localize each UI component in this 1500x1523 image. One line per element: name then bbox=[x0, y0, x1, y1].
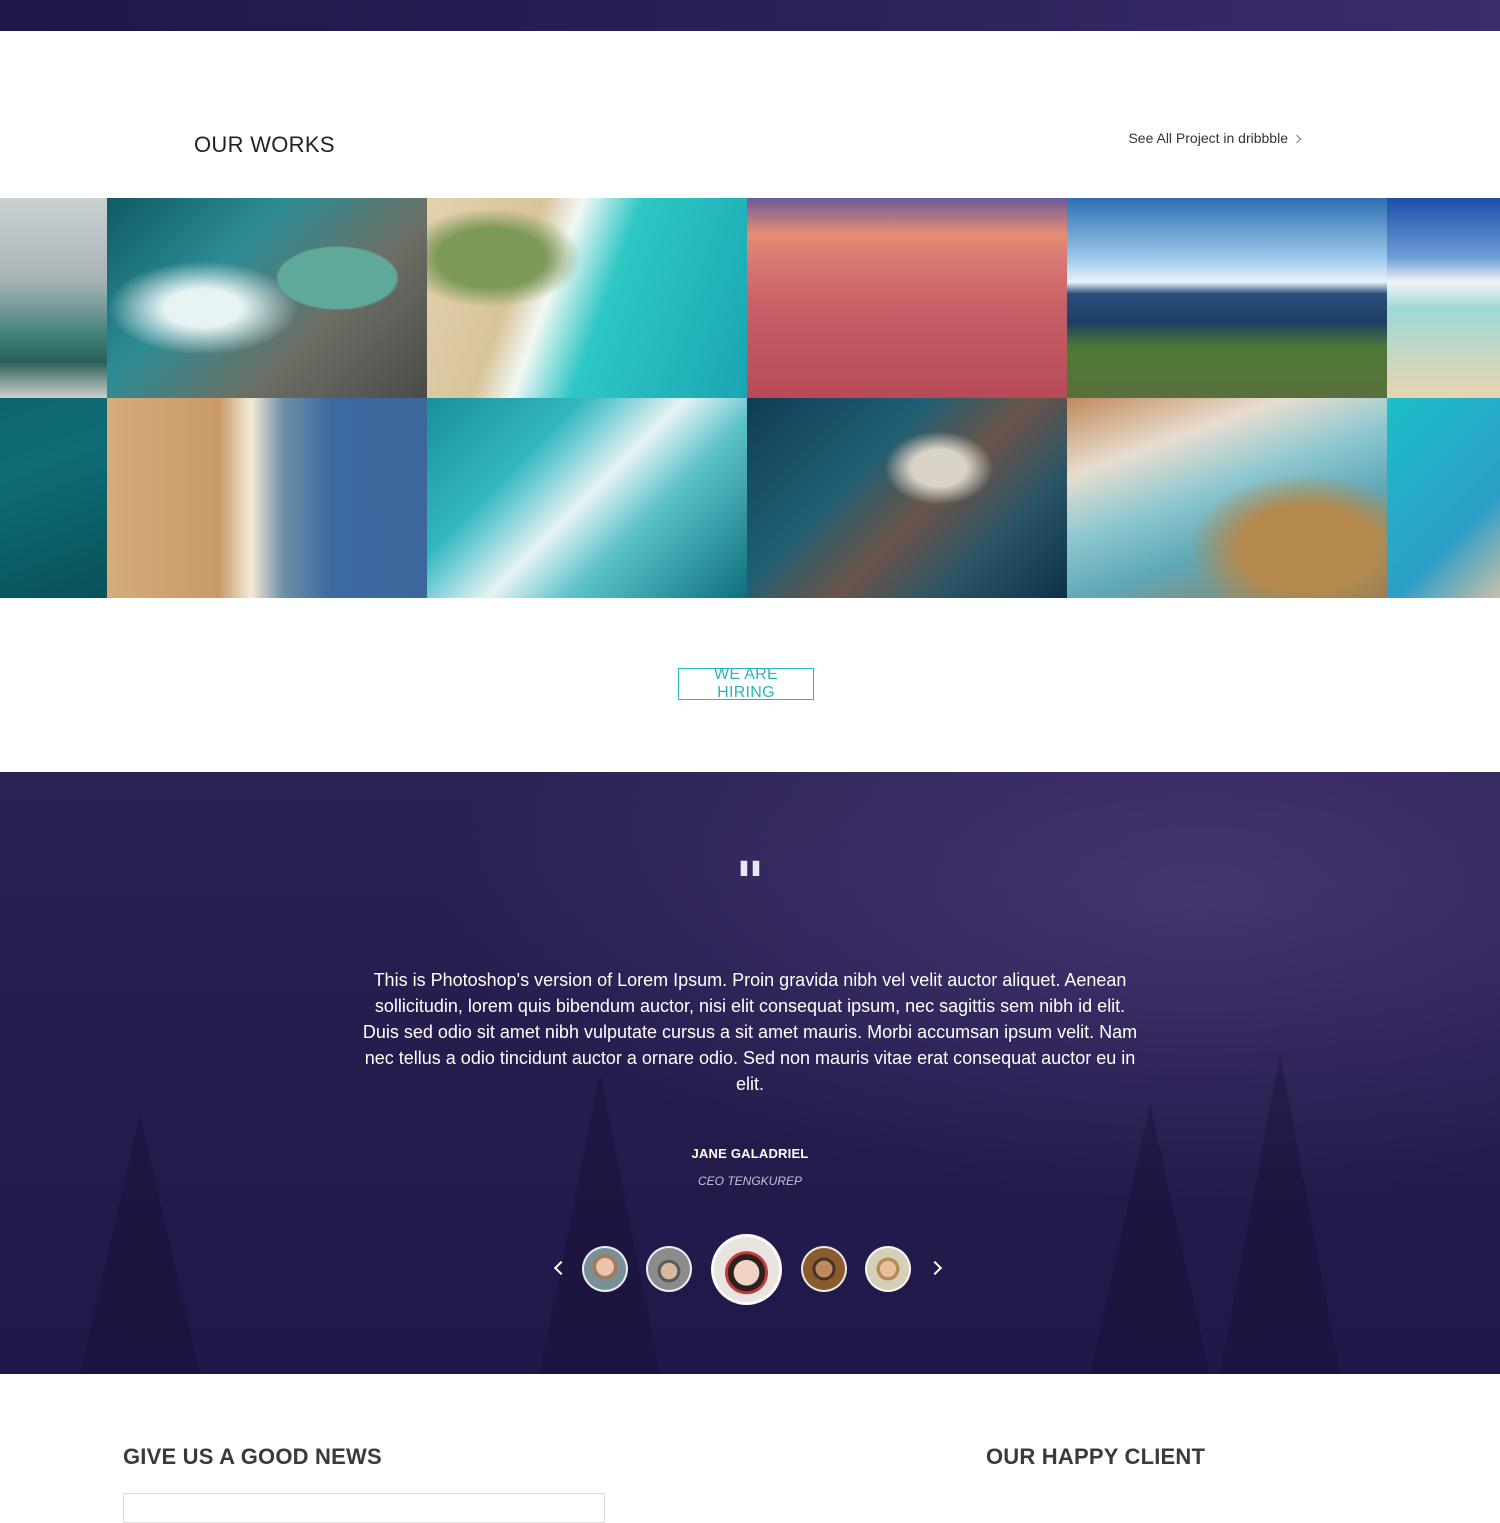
gallery-tile[interactable] bbox=[107, 398, 427, 598]
gallery-tile[interactable] bbox=[427, 398, 747, 598]
gallery-tile[interactable] bbox=[747, 198, 1067, 398]
testimonial-text: This is Photoshop's version of Lorem Ips… bbox=[362, 970, 1138, 1094]
gallery-tile[interactable] bbox=[0, 398, 107, 598]
tree-silhouette bbox=[1090, 1104, 1210, 1374]
works-gallery bbox=[0, 198, 1500, 598]
works-header: OUR WORKS See All Project in dribbble bbox=[0, 31, 1500, 198]
news-input[interactable] bbox=[123, 1493, 605, 1523]
client-section-title: OUR HAPPY CLIENT bbox=[986, 1444, 1206, 1469]
avatar[interactable] bbox=[801, 1246, 847, 1292]
avatar-active[interactable] bbox=[711, 1234, 782, 1305]
gallery-tile[interactable] bbox=[747, 398, 1067, 598]
gallery-tile[interactable] bbox=[427, 198, 747, 398]
tree-silhouette bbox=[540, 1074, 660, 1374]
quote-icon: " bbox=[735, 851, 765, 916]
see-all-projects-link[interactable]: See All Project in dribbble bbox=[1128, 130, 1302, 146]
top-banner-strip bbox=[0, 0, 1500, 31]
testimonial-role: CEO TENGKUREP bbox=[697, 1174, 802, 1188]
avatar[interactable] bbox=[865, 1246, 911, 1292]
we-are-hiring-button[interactable]: WE ARE HIRING bbox=[678, 666, 814, 701]
gallery-tile[interactable] bbox=[107, 198, 427, 398]
gallery-tile[interactable] bbox=[1067, 198, 1387, 398]
works-title: OUR WORKS bbox=[194, 132, 335, 157]
prev-arrow-icon[interactable] bbox=[551, 1260, 565, 1274]
avatar[interactable] bbox=[582, 1246, 628, 1292]
see-all-projects-label: See All Project in dribbble bbox=[1128, 130, 1288, 146]
avatar[interactable] bbox=[646, 1246, 692, 1292]
gallery-tile[interactable] bbox=[1387, 198, 1500, 398]
testimonial-section: " This is Photoshop's version of Lorem I… bbox=[0, 772, 1500, 1374]
gallery-tile[interactable] bbox=[0, 198, 107, 398]
gallery-tile[interactable] bbox=[1387, 398, 1500, 598]
testimonial-name: JANE GALADRIEL bbox=[691, 1146, 809, 1161]
chevron-right-icon bbox=[1292, 134, 1302, 143]
tree-silhouette bbox=[1220, 1054, 1340, 1374]
gallery-tile[interactable] bbox=[1067, 398, 1387, 598]
news-section-title: GIVE US A GOOD NEWS bbox=[123, 1444, 382, 1469]
next-arrow-icon[interactable] bbox=[929, 1260, 943, 1274]
